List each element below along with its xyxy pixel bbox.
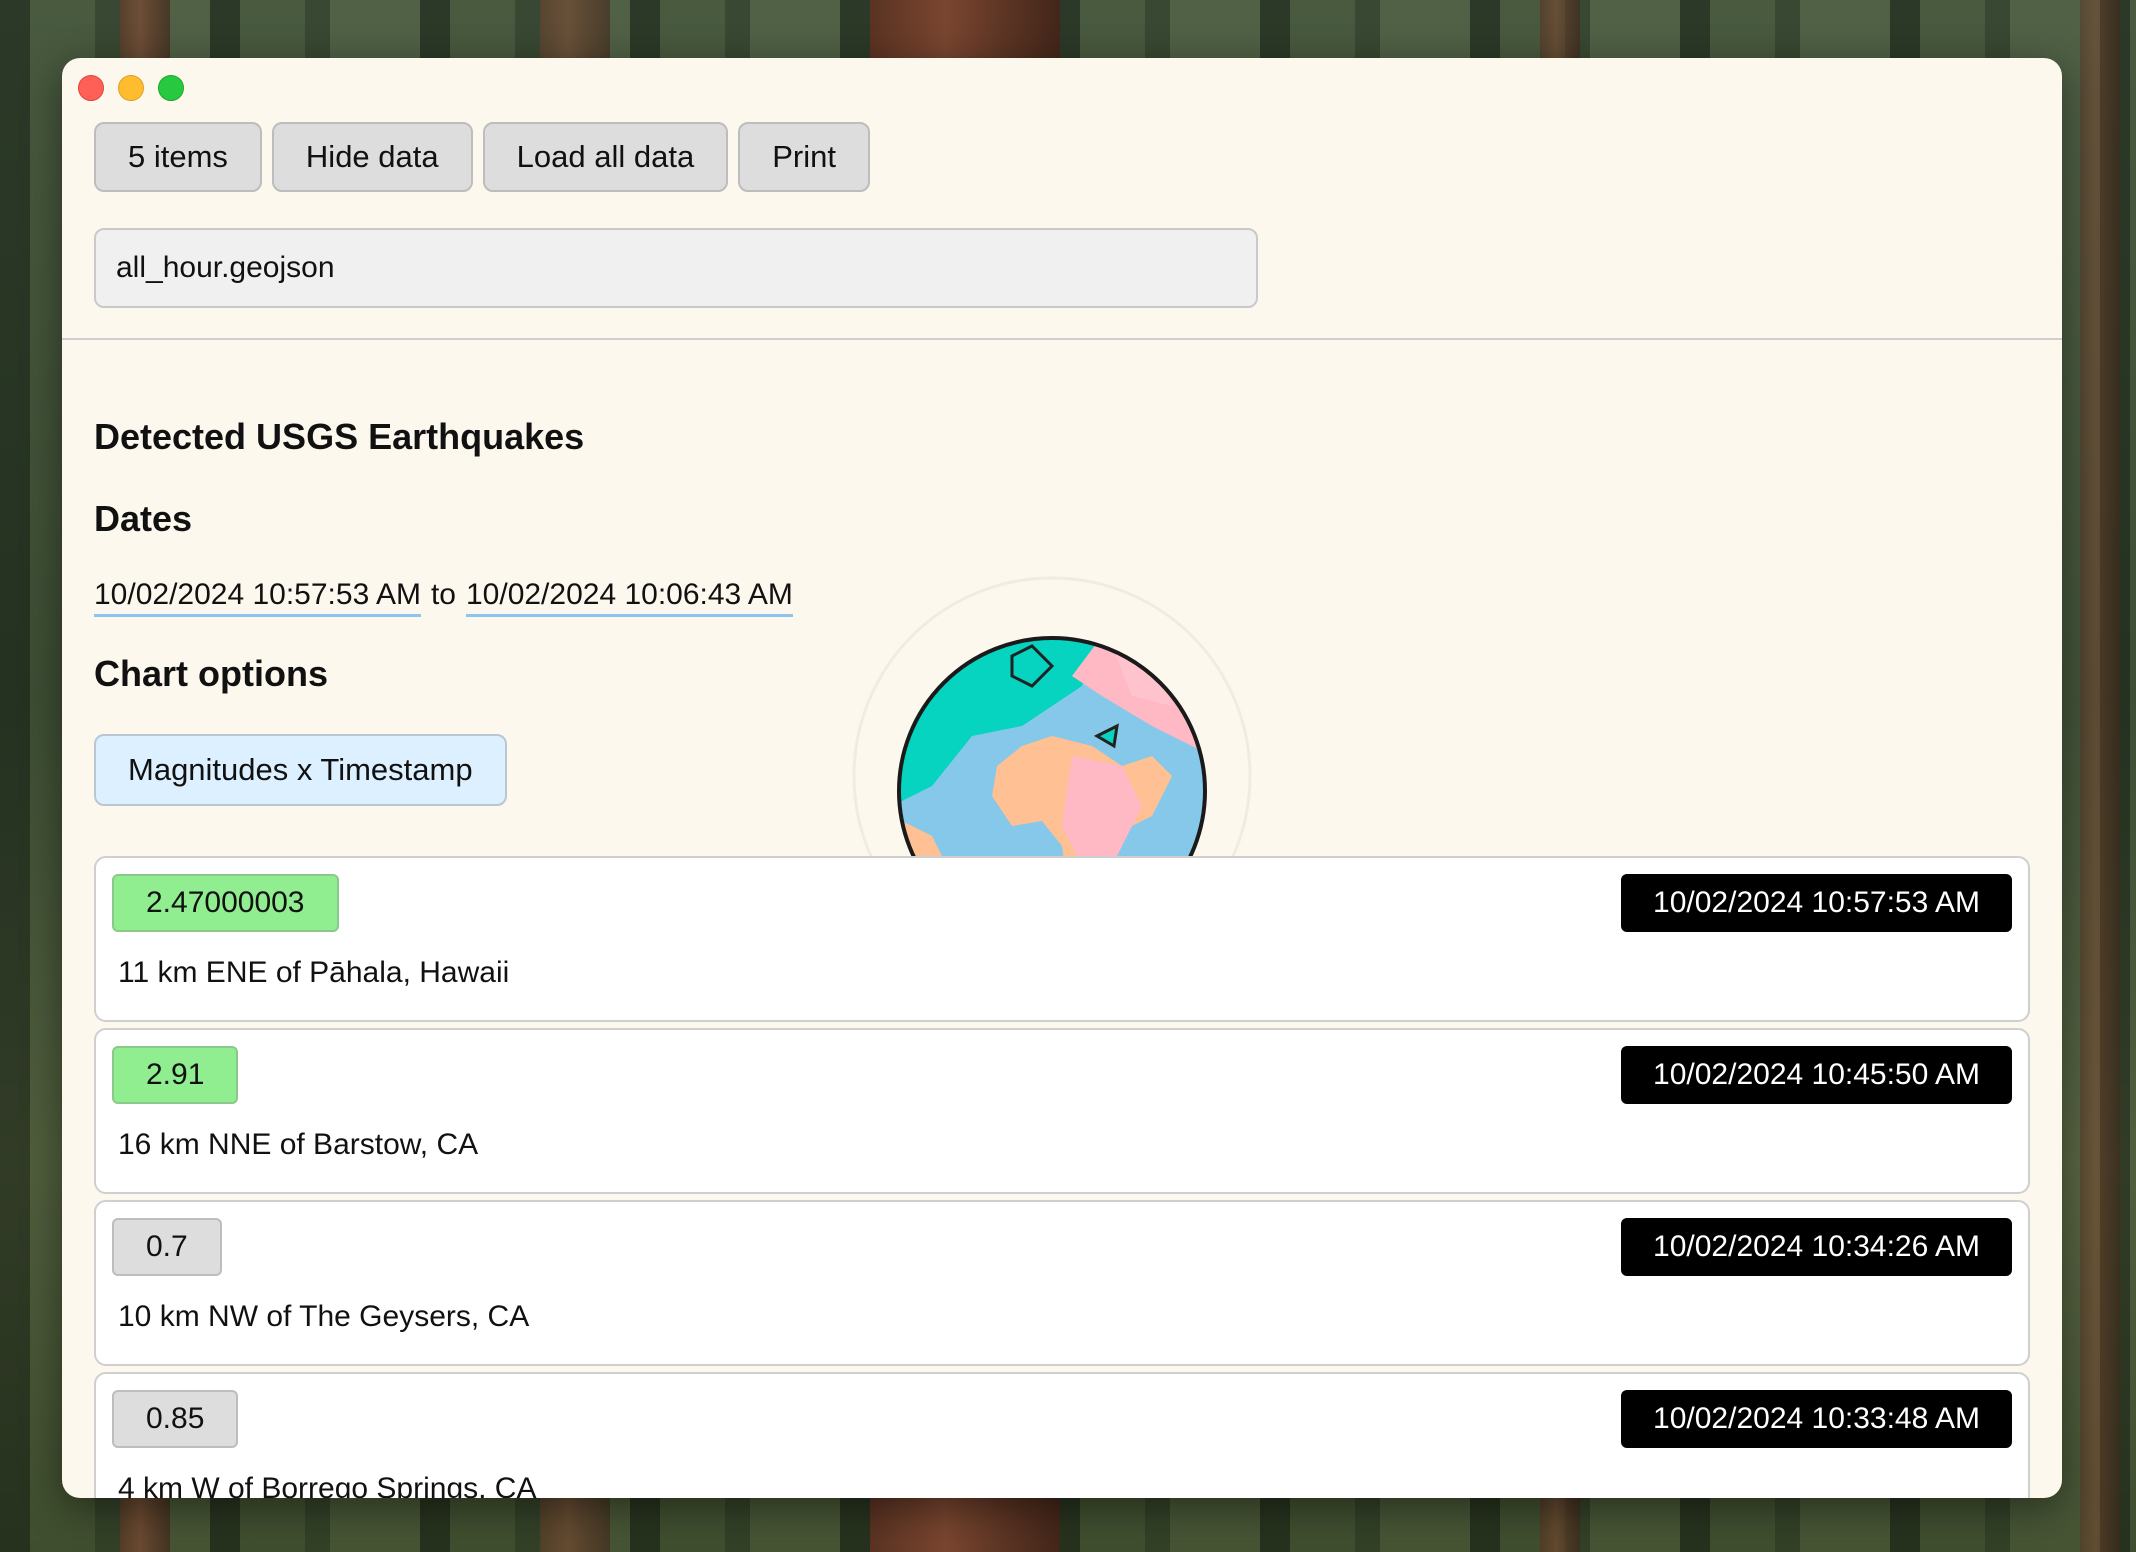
hide-data-button[interactable]: Hide data (271, 122, 473, 192)
earthquake-card[interactable]: 0.7 10/02/2024 10:34:26 AM 10 km NW of T… (94, 1200, 2030, 1366)
timestamp-badge: 10/02/2024 10:57:53 AM (1621, 874, 2012, 932)
earthquake-card[interactable]: 0.85 10/02/2024 10:33:48 AM 4 km W of Bo… (94, 1372, 2030, 1498)
earthquake-card[interactable]: 2.91 10/02/2024 10:45:50 AM 16 km NNE of… (94, 1028, 2030, 1194)
date-range: 10/02/2024 10:57:53 AM to 10/02/2024 10:… (94, 578, 793, 617)
app-window: 5 items Hide data Load all data Print De… (62, 58, 2062, 1498)
magnitude-badge: 2.47000003 (112, 874, 339, 932)
print-button[interactable]: Print (738, 122, 870, 192)
magnitude-badge: 2.91 (112, 1046, 239, 1104)
place-label: 16 km NNE of Barstow, CA (118, 1128, 479, 1161)
tree-trunk (2080, 0, 2120, 1552)
timestamp-badge: 10/02/2024 10:45:50 AM (1621, 1046, 2012, 1104)
place-label: 11 km ENE of Pāhala, Hawaii (118, 956, 510, 989)
place-label: 10 km NW of The Geysers, CA (118, 1300, 530, 1333)
minimize-window-button[interactable] (118, 75, 144, 101)
zoom-window-button[interactable] (158, 75, 184, 101)
toolbar: 5 items Hide data Load all data Print (94, 122, 870, 192)
magnitude-badge: 0.85 (112, 1390, 239, 1448)
place-label: 4 km W of Borrego Springs, CA (118, 1472, 537, 1498)
items-count-button[interactable]: 5 items (94, 122, 262, 192)
date-connector: to (430, 578, 456, 611)
magnitude-badge: 0.7 (112, 1218, 222, 1276)
divider (62, 338, 2062, 340)
load-all-data-button[interactable]: Load all data (482, 122, 729, 192)
date-from[interactable]: 10/02/2024 10:57:53 AM (94, 578, 421, 617)
date-to[interactable]: 10/02/2024 10:06:43 AM (465, 578, 793, 617)
timestamp-badge: 10/02/2024 10:33:48 AM (1621, 1390, 2012, 1448)
page-title: Detected USGS Earthquakes (94, 416, 585, 457)
earthquake-list: 2.47000003 10/02/2024 10:57:53 AM 11 km … (94, 856, 2030, 1498)
close-window-button[interactable] (78, 75, 104, 101)
magnitudes-timestamp-chart-button[interactable]: Magnitudes x Timestamp (94, 734, 507, 806)
file-name-input[interactable] (94, 228, 1258, 308)
chart-options-heading: Chart options (94, 653, 328, 694)
earthquake-card[interactable]: 2.47000003 10/02/2024 10:57:53 AM 11 km … (94, 856, 2030, 1022)
timestamp-badge: 10/02/2024 10:34:26 AM (1621, 1218, 2012, 1276)
dates-heading: Dates (94, 498, 193, 539)
